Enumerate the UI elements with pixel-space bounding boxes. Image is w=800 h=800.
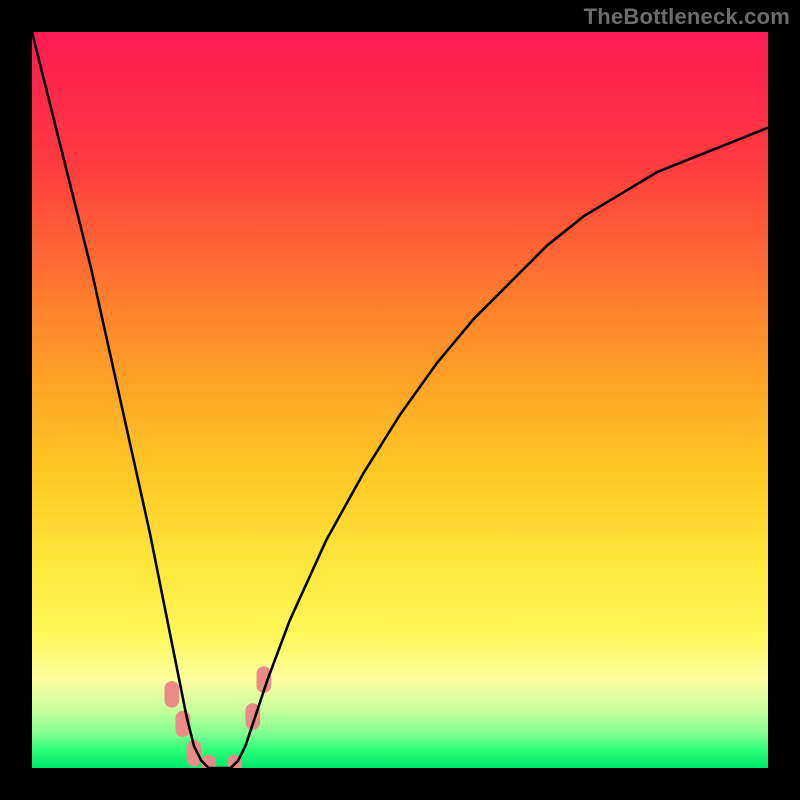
bottleneck-curve (32, 32, 768, 768)
watermark-text: TheBottleneck.com (584, 4, 790, 30)
plot-area (32, 32, 768, 768)
chart-frame: TheBottleneck.com (0, 0, 800, 800)
curve-marker (164, 681, 179, 707)
curve-layer (32, 32, 768, 768)
